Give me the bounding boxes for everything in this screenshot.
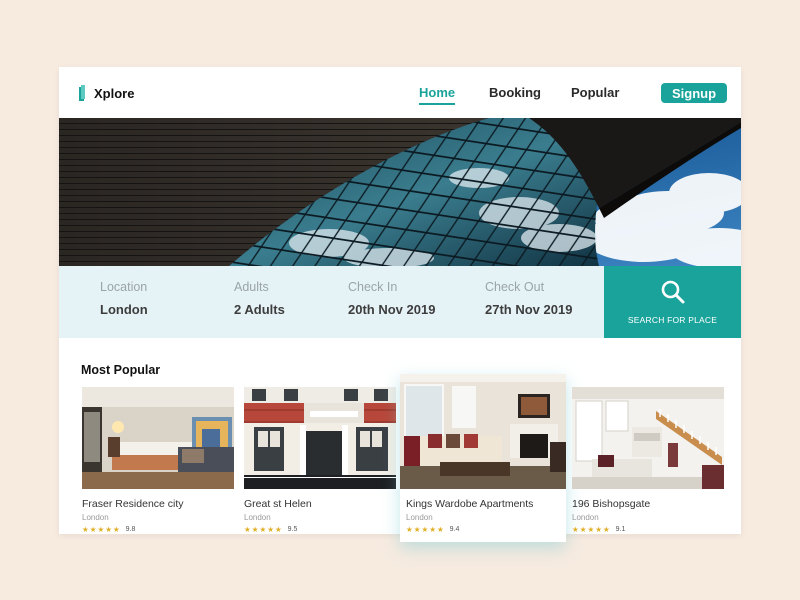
- listing-score: 9.5: [287, 526, 298, 533]
- listing-name[interactable]: Kings Wardobe Apartments: [406, 498, 566, 510]
- check-out-value[interactable]: 27th Nov 2019: [485, 302, 572, 317]
- listing-city: London: [244, 513, 271, 522]
- listing-score: 9.4: [449, 526, 460, 533]
- most-popular-heading: Most Popular: [81, 363, 161, 377]
- listing-name[interactable]: Fraser Residence city: [82, 498, 234, 510]
- check-in-field[interactable]: Check In 20th Nov 2019: [348, 280, 435, 317]
- check-out-field[interactable]: Check Out 27th Nov 2019: [485, 280, 572, 317]
- star-icon: ★: [259, 525, 267, 534]
- hero-image: [59, 118, 741, 266]
- star-icon: ★: [97, 525, 105, 534]
- adults-field[interactable]: Adults 2 Adults: [234, 280, 285, 317]
- nav-links: Home Booking Popular: [59, 85, 741, 105]
- listing-city: London: [406, 513, 433, 522]
- nav-link-home[interactable]: Home: [419, 85, 456, 105]
- check-in-label: Check In: [348, 280, 398, 294]
- star-icon: ★: [82, 525, 89, 534]
- location-label: Location: [100, 280, 148, 294]
- listing-score: 9.1: [615, 526, 626, 533]
- listing-photo[interactable]: [572, 387, 724, 489]
- star-icon: ★: [244, 525, 251, 534]
- star-icon: ★: [267, 525, 274, 534]
- search-button-label: SEARCH FOR PLACE: [627, 315, 718, 325]
- listing-photo[interactable]: [400, 374, 566, 489]
- check-in-value[interactable]: 20th Nov 2019: [348, 302, 435, 317]
- location-field[interactable]: Location London: [100, 280, 148, 317]
- app-window: Xplore Home Booking Popular Signup Locat…: [59, 67, 741, 542]
- nav-link-popular[interactable]: Popular: [571, 85, 619, 100]
- star-icon: ★: [105, 525, 112, 534]
- star-icon: ★: [112, 525, 120, 534]
- star-icon: ★: [436, 525, 444, 534]
- listing-card[interactable]: Great st Helen London ★ ★ ★ ★ ★ 9.5: [244, 387, 396, 534]
- star-icon: ★: [602, 525, 610, 534]
- star-icon: ★: [429, 525, 436, 534]
- search-for-place-button[interactable]: SEARCH FOR PLACE: [604, 266, 741, 338]
- listing-city: London: [82, 513, 109, 522]
- search-bar: Location London Adults 2 Adults Check In…: [59, 266, 604, 338]
- listing-photo[interactable]: [82, 387, 234, 489]
- listing-card[interactable]: Fraser Residence city London ★ ★ ★ ★ ★ 9.8: [82, 387, 234, 534]
- listing-rating: ★ ★ ★ ★ ★ 9.8: [82, 525, 234, 534]
- star-icon: ★: [251, 525, 259, 534]
- listing-name[interactable]: 196 Bishopsgate: [572, 498, 724, 510]
- listing-rating: ★ ★ ★ ★ ★ 9.1: [572, 525, 724, 534]
- star-icon: ★: [587, 525, 595, 534]
- nav-link-booking[interactable]: Booking: [489, 85, 541, 100]
- signup-button[interactable]: Signup: [661, 83, 727, 103]
- location-value[interactable]: London: [100, 302, 148, 317]
- listing-rating: ★ ★ ★ ★ ★ 9.4: [406, 525, 566, 534]
- star-icon: ★: [579, 525, 587, 534]
- adults-label: Adults: [234, 280, 269, 294]
- listing-photo[interactable]: [244, 387, 396, 489]
- listing-name[interactable]: Great st Helen: [244, 498, 396, 510]
- listing-city: London: [572, 513, 599, 522]
- listing-score: 9.8: [125, 526, 136, 533]
- star-icon: ★: [406, 525, 413, 534]
- check-out-label: Check Out: [485, 280, 545, 294]
- star-icon: ★: [413, 525, 421, 534]
- star-icon: ★: [89, 525, 97, 534]
- listing-rating: ★ ★ ★ ★ ★ 9.5: [244, 525, 396, 534]
- star-icon: ★: [595, 525, 602, 534]
- star-icon: ★: [274, 525, 282, 534]
- top-navbar: Xplore Home Booking Popular Signup: [59, 67, 741, 118]
- listing-card[interactable]: 196 Bishopsgate London ★ ★ ★ ★ ★ 9.1: [572, 387, 724, 534]
- star-icon: ★: [572, 525, 579, 534]
- listing-card-featured[interactable]: Kings Wardobe Apartments London ★ ★ ★ ★ ★ 9.…: [400, 374, 566, 542]
- star-icon: ★: [421, 525, 429, 534]
- search-icon: [661, 280, 684, 304]
- adults-value[interactable]: 2 Adults: [234, 302, 285, 317]
